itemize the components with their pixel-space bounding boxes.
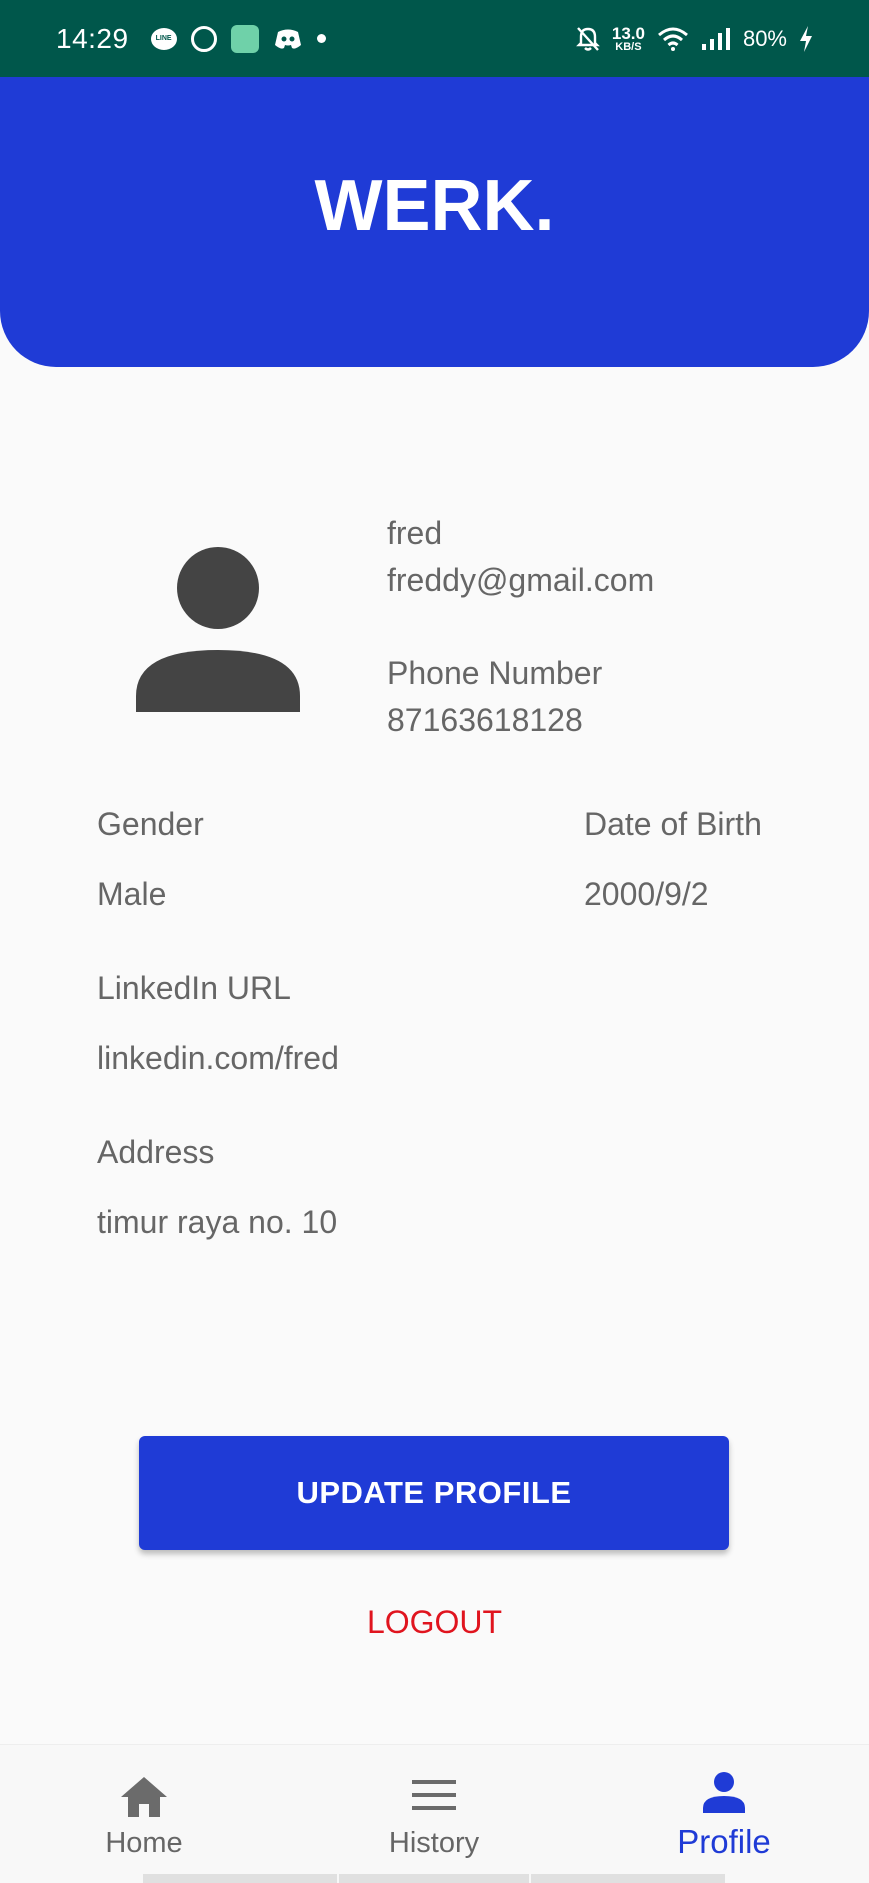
bottom-nav: Home History Profile: [0, 1744, 869, 1883]
person-icon: [703, 1771, 745, 1818]
line-icon: LINE: [150, 27, 177, 50]
system-icons: 13.0 KB/S 80%: [575, 0, 813, 77]
gesture-bar-segment: [143, 1874, 337, 1883]
status-bar: 14:29 LINE 13.0 KB/S 80%: [0, 0, 869, 77]
whatsapp-icon: [190, 25, 217, 52]
logout-button[interactable]: LOGOUT: [0, 1604, 869, 1641]
avatar: [136, 546, 300, 712]
profile-name: fred: [387, 515, 443, 551]
dob-value: 2000/9/2: [584, 876, 709, 912]
status-time: 14:29: [56, 22, 129, 54]
nav-item-history[interactable]: History: [334, 1745, 534, 1883]
profile-email: freddy@gmail.com: [387, 562, 655, 598]
nav-label-history: History: [388, 1827, 480, 1859]
app-title: WERK.: [314, 166, 555, 246]
wifi-icon: [657, 27, 689, 51]
dob-label: Date of Birth: [584, 806, 762, 842]
menu-icon: [411, 1775, 457, 1820]
person-icon: [136, 547, 300, 712]
update-profile-button[interactable]: UPDATE PROFILE: [139, 1436, 729, 1550]
nav-item-profile[interactable]: Profile: [624, 1745, 824, 1883]
bell-off-icon: [575, 26, 600, 52]
battery-level: 80%: [742, 25, 787, 51]
dot-icon: [316, 34, 326, 43]
gesture-bar-segment: [339, 1874, 529, 1883]
discord-icon: [273, 28, 303, 50]
gender-value: Male: [97, 876, 167, 912]
gesture-bar-segment: [531, 1874, 725, 1883]
notification-icons: LINE: [150, 24, 326, 53]
phone-label: Phone Number: [387, 655, 603, 691]
nav-label-profile: Profile: [677, 1823, 771, 1860]
phone-value: 87163618128: [387, 702, 583, 738]
linkedin-label: LinkedIn URL: [97, 970, 291, 1006]
nav-item-home[interactable]: Home: [44, 1745, 244, 1883]
address-value: timur raya no. 10: [97, 1204, 338, 1240]
network-speed: 13.0 KB/S: [611, 23, 645, 53]
app-icon: [230, 24, 259, 53]
nav-label-home: Home: [105, 1827, 183, 1859]
address-label: Address: [97, 1134, 215, 1170]
signal-icon: [701, 27, 731, 51]
charging-icon: [799, 25, 813, 52]
gender-label: Gender: [97, 806, 204, 842]
app-header: WERK.: [0, 77, 869, 367]
linkedin-value: linkedin.com/fred: [97, 1040, 339, 1076]
home-icon: [119, 1775, 169, 1824]
